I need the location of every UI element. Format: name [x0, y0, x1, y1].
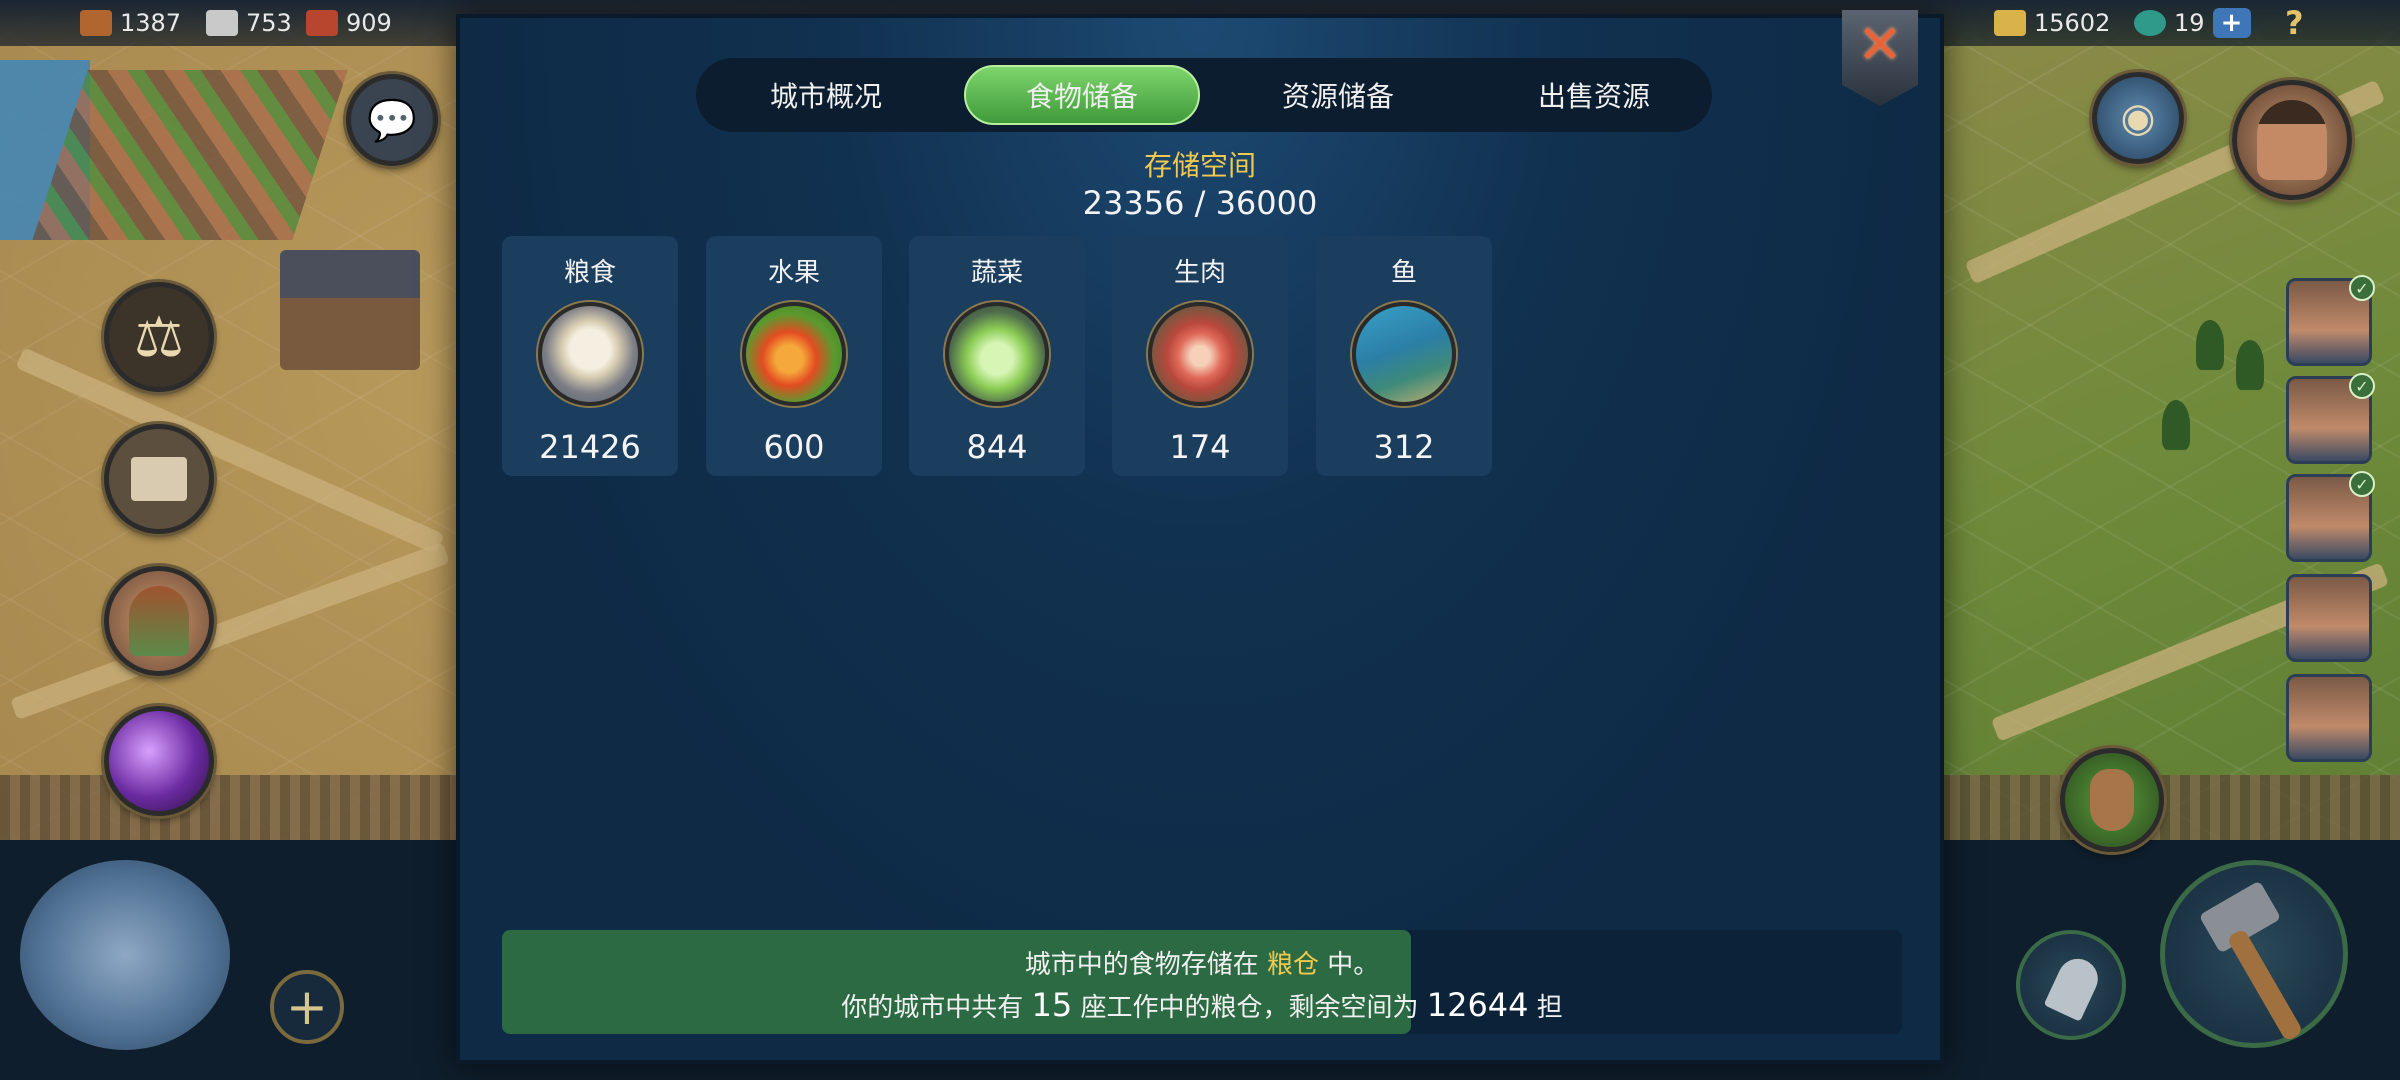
food-card-meat[interactable]: 生肉 174 — [1112, 236, 1288, 476]
shovel-icon — [2043, 952, 2105, 1022]
gold-amount: 15602 — [2034, 9, 2111, 37]
fish-icon — [1352, 302, 1456, 406]
gem-amount: 19 — [2174, 9, 2205, 37]
food-name: 蔬菜 — [970, 258, 1023, 288]
advisor-portrait-icon — [129, 586, 189, 656]
info-line-granary-count: 你的城市中共有 15 座工作中的粮仓，剩余空间为 12644 担 — [502, 986, 1902, 1024]
player-avatar[interactable] — [2232, 80, 2352, 200]
ore-amount: 909 — [346, 9, 392, 37]
gold-ingot-icon — [1994, 10, 2026, 36]
gourd-icon — [2090, 769, 2134, 831]
food-name: 粮食 — [563, 258, 616, 288]
avatar-icon — [2257, 100, 2327, 180]
gold-resource[interactable]: 15602 — [1994, 6, 2110, 40]
close-icon: ✕ — [1857, 13, 1903, 76]
food-card-grain[interactable]: 粮食 21426 — [502, 236, 678, 476]
food-card-vegetable[interactable]: 蔬菜 844 — [909, 236, 1085, 476]
close-button[interactable]: ✕ — [1842, 10, 1918, 106]
storage-title: 存储空间 — [1143, 149, 1256, 182]
food-name: 水果 — [767, 258, 820, 288]
map-tool-button[interactable] — [20, 860, 230, 1050]
food-amount: 312 — [1373, 428, 1435, 466]
building[interactable] — [280, 250, 420, 370]
dialog-tabs: 城市概况 食物储备 资源储备 出售资源 — [696, 58, 1712, 132]
documents-button[interactable] — [104, 424, 214, 534]
check-icon: ✓ — [2349, 275, 2375, 301]
granary-info-panel: 城市中的食物存储在 粮仓 中。 你的城市中共有 15 座工作中的粮仓，剩余空间为… — [502, 930, 1902, 1034]
advisor-button[interactable] — [104, 566, 214, 676]
info-text: 中。 — [1319, 950, 1380, 980]
tree — [2162, 400, 2190, 450]
check-icon: ✓ — [2349, 471, 2375, 497]
food-amount: 21426 — [539, 428, 641, 466]
food-amount: 600 — [763, 428, 825, 466]
cabbage-icon — [945, 302, 1049, 406]
help-button[interactable]: ? — [2285, 4, 2304, 42]
stone-resource[interactable]: 753 — [206, 6, 292, 40]
tab-sell-resources[interactable]: 出售资源 — [1476, 65, 1712, 125]
wood-amount: 1387 — [120, 9, 182, 37]
hero-portrait-5[interactable] — [2286, 674, 2372, 762]
hero-portrait-2[interactable]: ✓ — [2286, 373, 2375, 464]
minimap-city-cluster[interactable] — [32, 70, 348, 240]
trade-button[interactable]: ⚖ — [104, 282, 214, 392]
hero-portrait-1[interactable]: ✓ — [2286, 275, 2375, 366]
food-name: 生肉 — [1173, 258, 1226, 288]
build-hammer-button[interactable] — [2160, 860, 2348, 1048]
granary-count: 15 — [1031, 986, 1073, 1024]
gem-icon — [2134, 10, 2166, 36]
stone-icon — [206, 10, 238, 36]
stone-amount: 753 — [246, 9, 292, 37]
wood-log-icon — [80, 10, 112, 36]
magic-button[interactable] — [104, 706, 214, 816]
scales-icon: ⚖ — [133, 304, 185, 370]
shovel-button[interactable] — [2016, 930, 2126, 1040]
info-text: 你的城市中共有 — [841, 993, 1032, 1023]
info-text: 城市中的食物存储在 — [1024, 950, 1267, 980]
ore-icon — [306, 10, 338, 36]
food-storage-dialog: 城市概况 食物储备 资源储备 出售资源 ✕ 存储空间 23356 / 36000… — [456, 10, 1944, 1064]
gem-resource[interactable]: 19 + — [2134, 6, 2251, 40]
food-amount: 174 — [1169, 428, 1231, 466]
tab-food-storage[interactable]: 食物储备 — [964, 65, 1200, 125]
info-text: 座工作中的粮仓，剩余空间为 — [1072, 993, 1427, 1023]
remaining-space: 12644 — [1426, 986, 1529, 1024]
info-line-storage-location: 城市中的食物存储在 粮仓 中。 — [502, 944, 1902, 981]
food-card-fish[interactable]: 鱼 312 — [1316, 236, 1492, 476]
unit-text: 担 — [1528, 993, 1563, 1023]
add-button[interactable]: + — [270, 970, 344, 1044]
check-icon: ✓ — [2349, 373, 2375, 399]
tab-city-overview[interactable]: 城市概况 — [708, 65, 944, 125]
tab-resource-storage[interactable]: 资源储备 — [1220, 65, 1456, 125]
food-amount: 844 — [966, 428, 1028, 466]
tree — [2236, 340, 2264, 390]
apple-icon — [742, 302, 846, 406]
hero-portrait-3[interactable]: ✓ — [2286, 471, 2375, 562]
wood-resource[interactable]: 1387 — [80, 6, 181, 40]
hero-portrait-4[interactable] — [2286, 574, 2372, 662]
grain-sack-icon — [538, 302, 642, 406]
granary-highlight: 粮仓 — [1266, 950, 1319, 980]
globe-icon: ◉ — [2120, 95, 2156, 141]
food-name: 鱼 — [1390, 258, 1417, 288]
chat-bubble-icon: 💬 — [367, 97, 417, 144]
chat-button[interactable]: 💬 — [346, 74, 438, 166]
raw-meat-icon — [1148, 302, 1252, 406]
folder-icon — [131, 457, 187, 501]
world-button[interactable]: ◉ — [2092, 72, 2184, 164]
storage-value: 23356 / 36000 — [1082, 184, 1318, 222]
food-card-fruit[interactable]: 水果 600 — [706, 236, 882, 476]
hammer-handle — [2226, 928, 2304, 1042]
ore-resource[interactable]: 909 — [306, 6, 392, 40]
tree — [2196, 320, 2224, 370]
buy-gems-button[interactable]: + — [2212, 8, 2251, 38]
gourd-button[interactable] — [2060, 748, 2164, 852]
